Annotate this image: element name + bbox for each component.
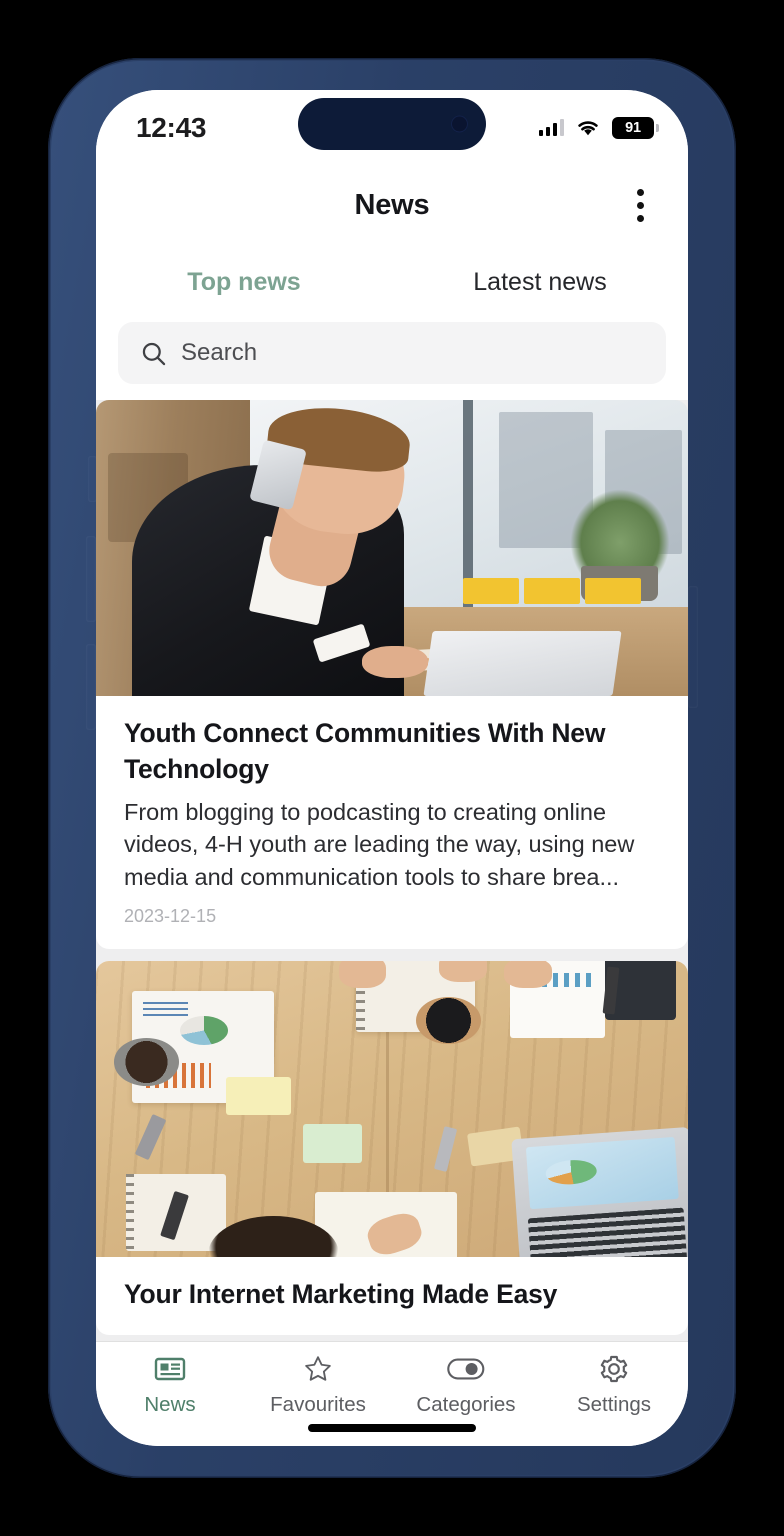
status-indicators: 91 [538, 114, 654, 139]
power-button[interactable] [688, 586, 698, 708]
tab-latest-news[interactable]: Latest news [392, 248, 688, 322]
page-title: News [354, 188, 430, 221]
article-title: Youth Connect Communities With New Techn… [124, 718, 606, 784]
nav-item-categories[interactable]: Categories [392, 1352, 540, 1417]
article-excerpt: From blogging to podcasting to creating … [124, 799, 635, 890]
article-image [96, 400, 688, 696]
search-placeholder: Search [181, 339, 258, 366]
cellular-signal-icon [538, 119, 564, 136]
search-section: Search [96, 322, 688, 400]
status-time: 12:43 [136, 112, 207, 143]
star-icon [302, 1352, 334, 1386]
screenshot-stage: 12:43 91 News Top news Latest news Searc… [0, 0, 784, 1536]
app-bar: News [96, 162, 688, 248]
article-feed[interactable]: Youth Connect Communities With New Techn… [96, 400, 688, 1342]
nav-label-categories: Categories [416, 1393, 516, 1416]
home-indicator[interactable] [308, 1424, 476, 1432]
nav-item-news[interactable]: News [96, 1352, 244, 1417]
dynamic-island [298, 98, 486, 150]
article-title: Your Internet Marketing Made Easy [124, 1279, 558, 1310]
volume-up-button[interactable] [86, 536, 96, 622]
gear-icon [598, 1352, 630, 1386]
search-input[interactable]: Search [118, 322, 666, 384]
article-body: Youth Connect Communities With New Techn… [96, 696, 688, 949]
status-bar: 12:43 91 [96, 90, 688, 162]
article-card[interactable]: Your Internet Marketing Made Easy [96, 961, 688, 1335]
nav-label-news: News [144, 1393, 196, 1416]
newspaper-icon [154, 1352, 186, 1386]
volume-down-button[interactable] [86, 644, 96, 730]
tab-bar: Top news Latest news [96, 248, 688, 322]
article-body: Your Internet Marketing Made Easy [96, 1257, 688, 1335]
search-icon [142, 342, 166, 365]
tab-top-news[interactable]: Top news [96, 248, 392, 322]
nav-label-favourites: Favourites [270, 1393, 366, 1416]
wifi-icon [578, 121, 598, 136]
overflow-menu-icon[interactable] [620, 182, 660, 228]
phone-screen: 12:43 91 News Top news Latest news Searc… [96, 90, 688, 1446]
toggle-icon [447, 1352, 485, 1386]
front-camera-icon [451, 115, 468, 133]
article-image [96, 961, 688, 1258]
nav-item-settings[interactable]: Settings [540, 1352, 688, 1417]
article-card[interactable]: Youth Connect Communities With New Techn… [96, 400, 688, 950]
nav-label-settings: Settings [576, 1393, 652, 1416]
battery-level: 91 [625, 119, 641, 136]
article-date: 2023-12-15 [124, 906, 217, 927]
battery-indicator: 91 [612, 116, 654, 139]
nav-item-favourites[interactable]: Favourites [244, 1352, 392, 1417]
